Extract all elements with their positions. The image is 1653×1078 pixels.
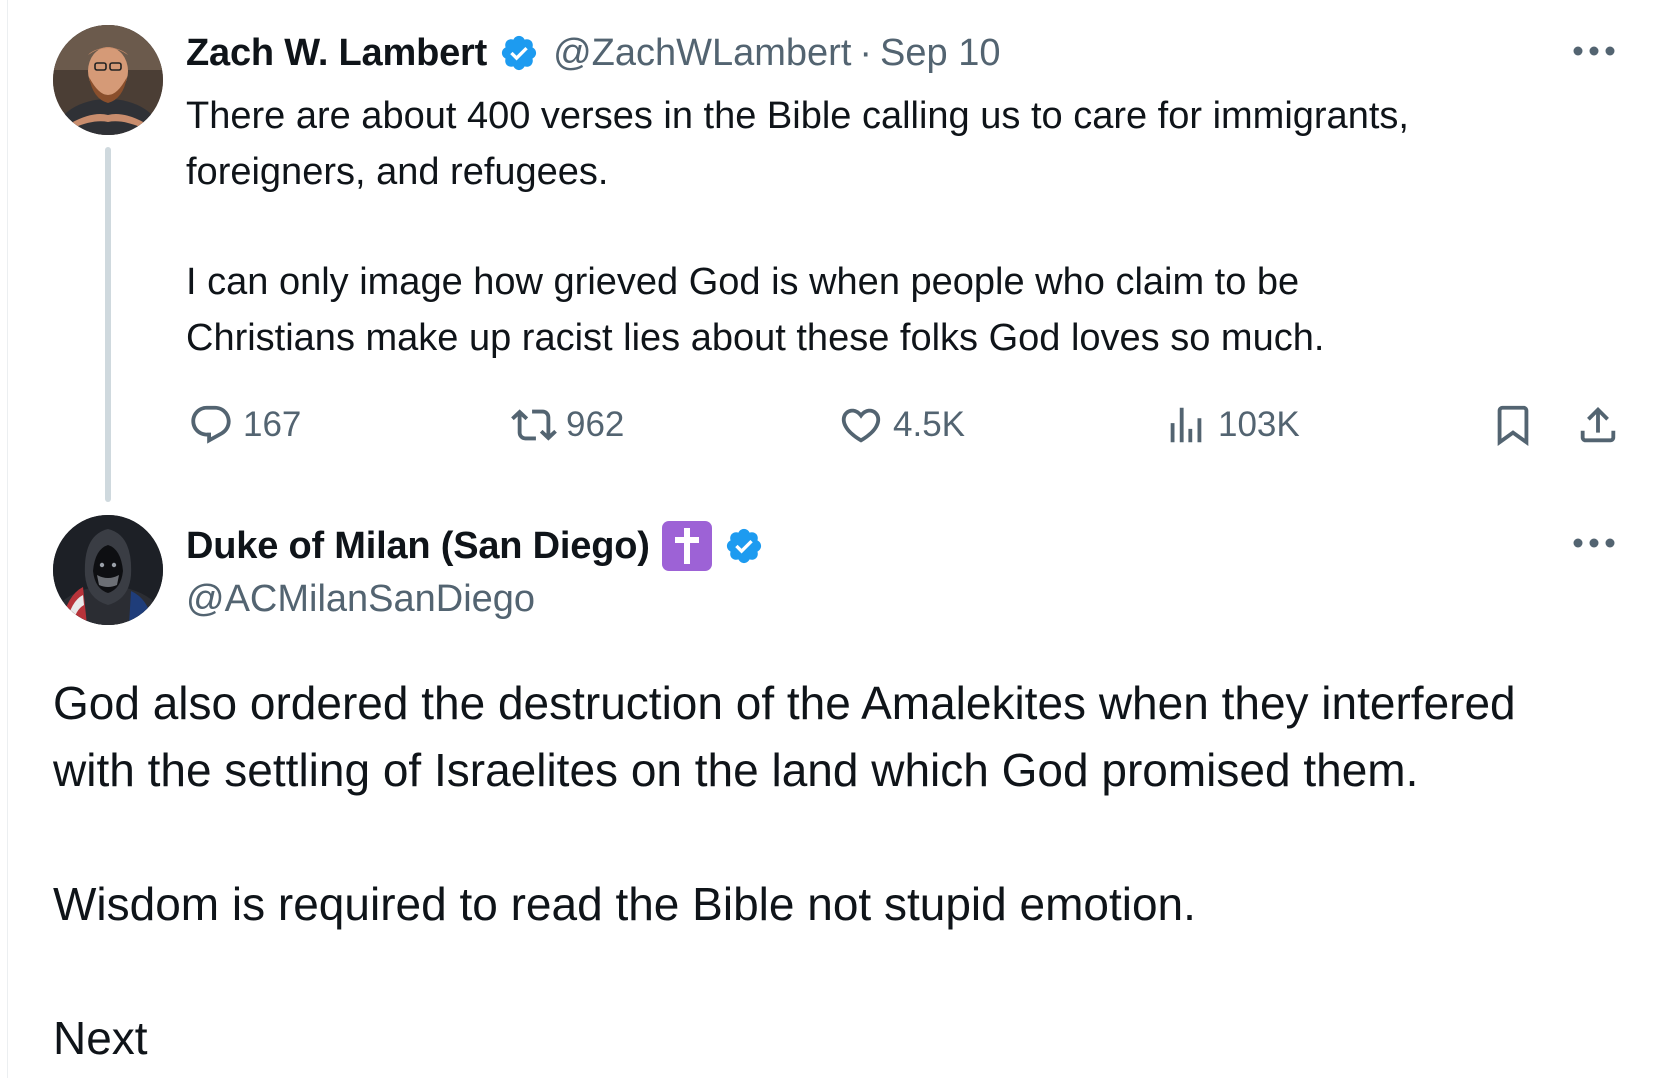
reply-text-line: God also ordered the destruction of the … [53,677,1516,729]
latin-cross-emoji-icon [661,521,712,571]
views-count: 103K [1218,405,1300,444]
tweet-thread: Zach W. Lambert @ZachWLambert · Sep 10 T… [0,0,1653,1078]
views-icon [1170,407,1202,443]
tweet-text-line: Christians make up racist lies about the… [186,317,1325,359]
more-icon[interactable] [1572,537,1616,549]
like-count: 4.5K [893,405,965,444]
retweet-button[interactable]: 962 [511,400,624,450]
reply-text: God also ordered the destruction of the … [53,670,1633,1072]
bookmark-icon [1497,405,1529,446]
reply-text-line: Next [53,1012,148,1064]
tweet-header: Zach W. Lambert @ZachWLambert · Sep 10 [186,30,1001,76]
reply-icon [191,405,231,444]
verified-badge-icon[interactable] [499,33,539,73]
author-name[interactable]: Duke of Milan (San Diego) [186,525,650,568]
tweet-text: There are about 400 verses in the Bible … [186,88,1606,366]
reply-text-line: with the settling of Israelites on the l… [53,744,1419,796]
tweet-text-line: There are about 400 verses in the Bible … [186,95,1409,137]
views-button[interactable]: 103K [1163,400,1300,450]
thread-connector-line [105,147,111,502]
like-icon [841,408,881,443]
share-button[interactable] [1575,400,1621,450]
avatar-duke-of-milan[interactable] [53,515,163,625]
tweet-text-line: foreigners, and refugees. [186,151,609,193]
author-handle[interactable]: @ZachWLambert [553,32,851,75]
tweet-text-line: I can only image how grieved God is when… [186,261,1300,303]
author-handle[interactable]: @ACMilanSanDiego [186,578,535,621]
retweet-icon [511,409,557,441]
bookmark-button[interactable] [1490,400,1536,450]
left-border [7,0,8,1078]
reply-text-line: Wisdom is required to read the Bible not… [53,878,1196,930]
verified-badge-icon[interactable] [724,526,764,566]
separator-dot: · [859,31,873,74]
like-button[interactable]: 4.5K [838,400,965,450]
reply-count: 167 [243,405,302,444]
retweet-count: 962 [566,405,625,444]
share-icon [1580,406,1616,443]
reply-button[interactable]: 167 [188,400,301,450]
tweet-date[interactable]: Sep 10 [880,32,1000,75]
reply-header: Duke of Milan (San Diego) [186,518,764,574]
avatar-zach-lambert[interactable] [53,25,163,135]
author-name[interactable]: Zach W. Lambert [186,32,487,75]
more-icon[interactable] [1572,45,1616,57]
